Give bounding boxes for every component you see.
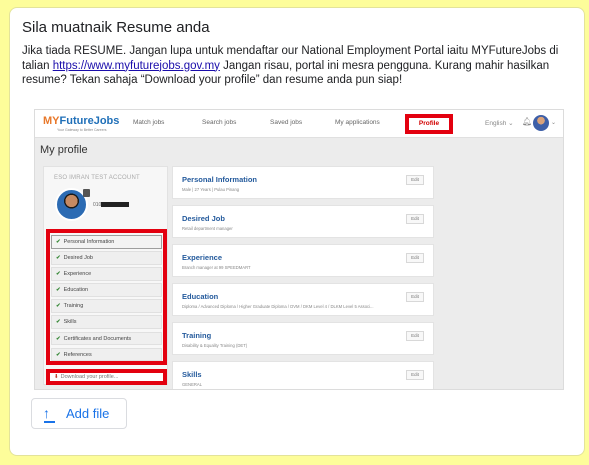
section-skills: Skills GENERAL Edit <box>172 361 434 389</box>
menu-item-label: Education <box>63 287 89 294</box>
trash-icon <box>83 189 90 197</box>
section-title: Personal Information <box>182 175 258 184</box>
question-description: Jika tiada RESUME. Jangan lupa untuk men… <box>22 44 570 88</box>
download-icon: ⬇ <box>54 374 59 380</box>
profile-menu-highlight: ✔ Personal Information ✔ Desired Job ✔ Expe… <box>46 229 167 365</box>
menu-item-label: Training <box>63 303 84 310</box>
myfuturejobs-link[interactable]: https://www.myfuturejobs.gov.my <box>53 60 220 72</box>
nav-match-jobs: Match jobs <box>133 119 165 126</box>
nav-saved-jobs: Saved jobs <box>270 119 303 126</box>
menu-item-training: ✔ Training <box>51 299 162 313</box>
section-summary: Disability & Equality Training (DET) <box>182 343 248 348</box>
menu-item-personal-information: ✔ Personal Information <box>51 235 162 249</box>
section-experience: Experience Branch manager at 99 SPEEDMAR… <box>172 244 434 277</box>
menu-item-label: Experience <box>63 271 92 278</box>
page-title: My profile <box>40 144 88 156</box>
menu-item-label: Personal Information <box>63 239 115 245</box>
check-icon: ✔ <box>56 319 61 326</box>
upload-icon: ↑ <box>43 405 55 423</box>
add-file-button[interactable]: ↑ Add file <box>31 398 127 429</box>
section-summary: Male | 27 Years | Pulau Pinang <box>182 187 240 192</box>
menu-item-label: Desired Job <box>63 255 93 262</box>
section-title: Experience <box>182 253 223 262</box>
edit-button: Edit <box>406 292 424 302</box>
check-icon: ✔ <box>56 335 61 342</box>
check-icon: ✔ <box>56 287 61 294</box>
menu-item-skills: ✔ Skills <box>51 315 162 330</box>
section-summary: Diploma / Advanced Diploma / Higher Grad… <box>182 304 374 309</box>
menu-item-label: Certificates and Documents <box>63 335 132 342</box>
edit-button: Edit <box>406 175 424 185</box>
nav-my-applications: My applications <box>335 119 380 126</box>
section-summary: GENERAL <box>182 382 203 387</box>
check-icon: ✔ <box>56 239 61 245</box>
section-title: Skills <box>182 370 202 379</box>
check-icon: ✔ <box>56 351 61 358</box>
nav-search-jobs: Search jobs <box>202 119 237 126</box>
account-id: 010 <box>93 202 130 208</box>
myfuturejobs-logo: MYFutureJobs <box>43 115 119 127</box>
section-training: Training Disability & Equality Training … <box>172 322 434 355</box>
account-name: ESO IMRAN TEST ACCOUNT <box>54 175 140 181</box>
edit-button: Edit <box>406 253 424 263</box>
chevron-down-icon: ⌄ <box>551 120 557 126</box>
account-id-prefix: 010 <box>93 202 102 208</box>
download-profile-highlight: ⬇ Download your profile... <box>46 369 167 385</box>
menu-item-references: ✔ References <box>51 347 162 362</box>
instruction-screenshot: MYFutureJobs Your Gateway to Better Care… <box>34 109 564 390</box>
edit-button: Edit <box>406 370 424 380</box>
section-title: Education <box>182 292 219 301</box>
nav-profile-highlighted: Profile <box>405 114 453 134</box>
logo-rest: FutureJobs <box>59 115 120 127</box>
check-icon: ✔ <box>56 303 61 310</box>
add-file-label: Add file <box>66 406 110 421</box>
edit-button: Edit <box>406 214 424 224</box>
avatar <box>533 115 549 131</box>
section-desired-job: Desired Job Retail department manager Ed… <box>172 205 434 238</box>
section-title: Training <box>182 331 212 340</box>
question-title: Sila muatnaik Resume anda <box>22 19 210 36</box>
menu-item-label: References <box>63 351 92 358</box>
check-icon: ✔ <box>56 255 61 262</box>
section-summary: Branch manager at 99 SPEEDMART <box>182 265 251 270</box>
menu-item-certificates: ✔ Certificates and Documents <box>51 331 162 346</box>
logo-my: MY <box>43 115 60 127</box>
language-selector: English ⌄ <box>485 120 514 127</box>
section-personal-information: Personal Information Male | 27 Years | P… <box>172 166 434 199</box>
section-summary: Retail department manager <box>182 226 233 231</box>
download-profile-label: Download your profile... <box>60 374 119 380</box>
portal-navbar: MYFutureJobs Your Gateway to Better Care… <box>35 110 563 138</box>
edit-button: Edit <box>406 331 424 341</box>
check-icon: ✔ <box>56 271 61 278</box>
section-title: Desired Job <box>182 214 225 223</box>
menu-item-label: Skills <box>63 319 77 326</box>
bell-icon: 🔔︎ <box>522 117 533 126</box>
section-education: Education Diploma / Advanced Diploma / H… <box>172 283 434 316</box>
profile-sidebar: ESO IMRAN TEST ACCOUNT 010 ✔ Personal Inf… <box>43 166 168 385</box>
menu-item-desired-job: ✔ Desired Job <box>51 251 162 265</box>
logo-tagline: Your Gateway to Better Careers <box>57 128 107 132</box>
menu-item-education: ✔ Education <box>51 283 162 297</box>
redacted-mask <box>101 202 130 208</box>
menu-item-experience: ✔ Experience <box>51 267 162 281</box>
